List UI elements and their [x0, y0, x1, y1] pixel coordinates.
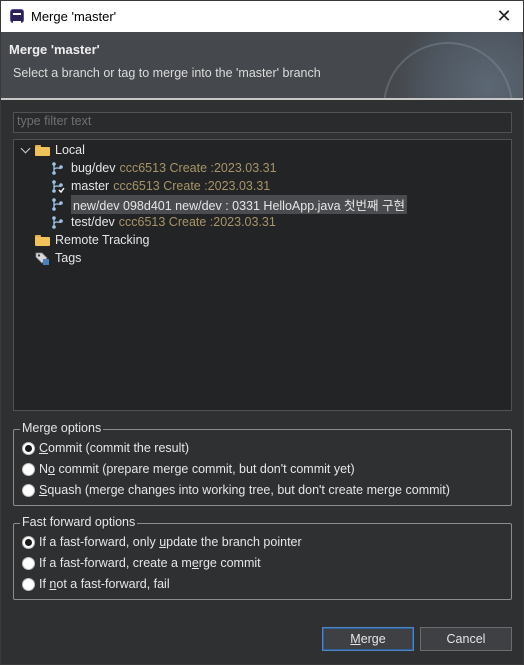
radio-no-commit[interactable]: No commit (prepare merge commit, but don…: [22, 462, 355, 476]
branch-icon: [50, 215, 65, 230]
branch-name: new/dev 098d401 new/dev : 0331 HelloApp.…: [71, 194, 407, 214]
merge-button[interactable]: Merge: [322, 627, 414, 651]
ref-tree[interactable]: Local bug/dev ccc6513 Create :2023.03.31…: [13, 139, 512, 411]
dialog-title: Merge 'master': [9, 42, 100, 57]
tree-node-local[interactable]: Local: [20, 141, 85, 159]
branch-icon: [50, 197, 65, 212]
chevron-down-icon[interactable]: [20, 144, 32, 156]
radio-label: Commit (commit the result): [39, 441, 190, 455]
branch-checked-out-icon: [50, 179, 65, 194]
dialog-description: Select a branch or tag to merge into the…: [13, 66, 321, 80]
radio-ff-fail[interactable]: If not a fast-forward, fail: [22, 577, 170, 591]
radio-label: No commit (prepare merge commit, but don…: [39, 462, 355, 476]
radio-indicator[interactable]: [22, 483, 35, 497]
folder-open-icon: [35, 144, 50, 156]
window-title: Merge 'master': [31, 9, 117, 24]
dialog-header: Merge 'master' Select a branch or tag to…: [1, 32, 523, 98]
branch-meta: ccc6513 Create :2023.03.31: [119, 161, 277, 175]
folder-icon: [35, 234, 50, 246]
radio-indicator[interactable]: [22, 577, 35, 591]
radio-squash[interactable]: Squash (merge changes into working tree,…: [22, 483, 450, 497]
cancel-button[interactable]: Cancel: [420, 627, 512, 651]
tree-node-branch[interactable]: master ccc6513 Create :2023.03.31: [50, 177, 270, 195]
branch-name: test/dev: [71, 215, 115, 229]
group-title: Merge options: [20, 421, 104, 435]
radio-indicator[interactable]: [22, 462, 35, 476]
merge-options-group: Merge options Commit (commit the result)…: [13, 421, 512, 506]
tree-node-branch-selected[interactable]: new/dev 098d401 new/dev : 0331 HelloApp.…: [50, 194, 407, 214]
radio-indicator[interactable]: [22, 441, 35, 455]
header-separator: [1, 98, 523, 100]
tree-node-label: Remote Tracking: [55, 233, 150, 247]
branch-meta: ccc6513 Create :2023.03.31: [118, 215, 276, 229]
radio-label: Squash (merge changes into working tree,…: [39, 483, 450, 497]
radio-ff-create-merge-commit[interactable]: If a fast-forward, create a merge commit: [22, 556, 261, 570]
merge-dialog: Merge 'master' ✕ Merge 'master' Select a…: [0, 0, 524, 665]
radio-label: If not a fast-forward, fail: [39, 577, 170, 591]
close-button[interactable]: ✕: [485, 1, 523, 32]
tree-node-remote-tracking[interactable]: Remote Tracking: [35, 231, 149, 249]
branch-name: master: [71, 179, 110, 193]
tree-node-branch[interactable]: bug/dev ccc6513 Create :2023.03.31: [50, 159, 277, 177]
branch-icon: [50, 161, 65, 176]
radio-commit[interactable]: Commit (commit the result): [22, 441, 189, 455]
radio-indicator[interactable]: [22, 556, 35, 570]
branch-meta: ccc6513 Create :2023.03.31: [113, 179, 271, 193]
radio-label: If a fast-forward, only update the branc…: [39, 535, 302, 549]
radio-indicator[interactable]: [22, 535, 35, 549]
tree-node-label: Local: [55, 143, 85, 157]
branch-name: bug/dev: [71, 161, 116, 175]
tags-icon: [35, 251, 50, 266]
tree-node-branch[interactable]: test/dev ccc6513 Create :2023.03.31: [50, 213, 276, 231]
title-bar: Merge 'master' ✕: [1, 1, 523, 32]
tree-node-tags[interactable]: Tags: [35, 249, 81, 267]
group-title: Fast forward options: [20, 515, 138, 529]
radio-ff-update-pointer[interactable]: If a fast-forward, only update the branc…: [22, 535, 302, 549]
filter-input[interactable]: type filter text: [13, 112, 512, 133]
eclipse-app-icon: [10, 9, 24, 23]
tree-node-label: Tags: [55, 251, 82, 265]
radio-label: If a fast-forward, create a merge commit: [39, 556, 261, 570]
fast-forward-options-group: Fast forward options If a fast-forward, …: [13, 515, 512, 600]
